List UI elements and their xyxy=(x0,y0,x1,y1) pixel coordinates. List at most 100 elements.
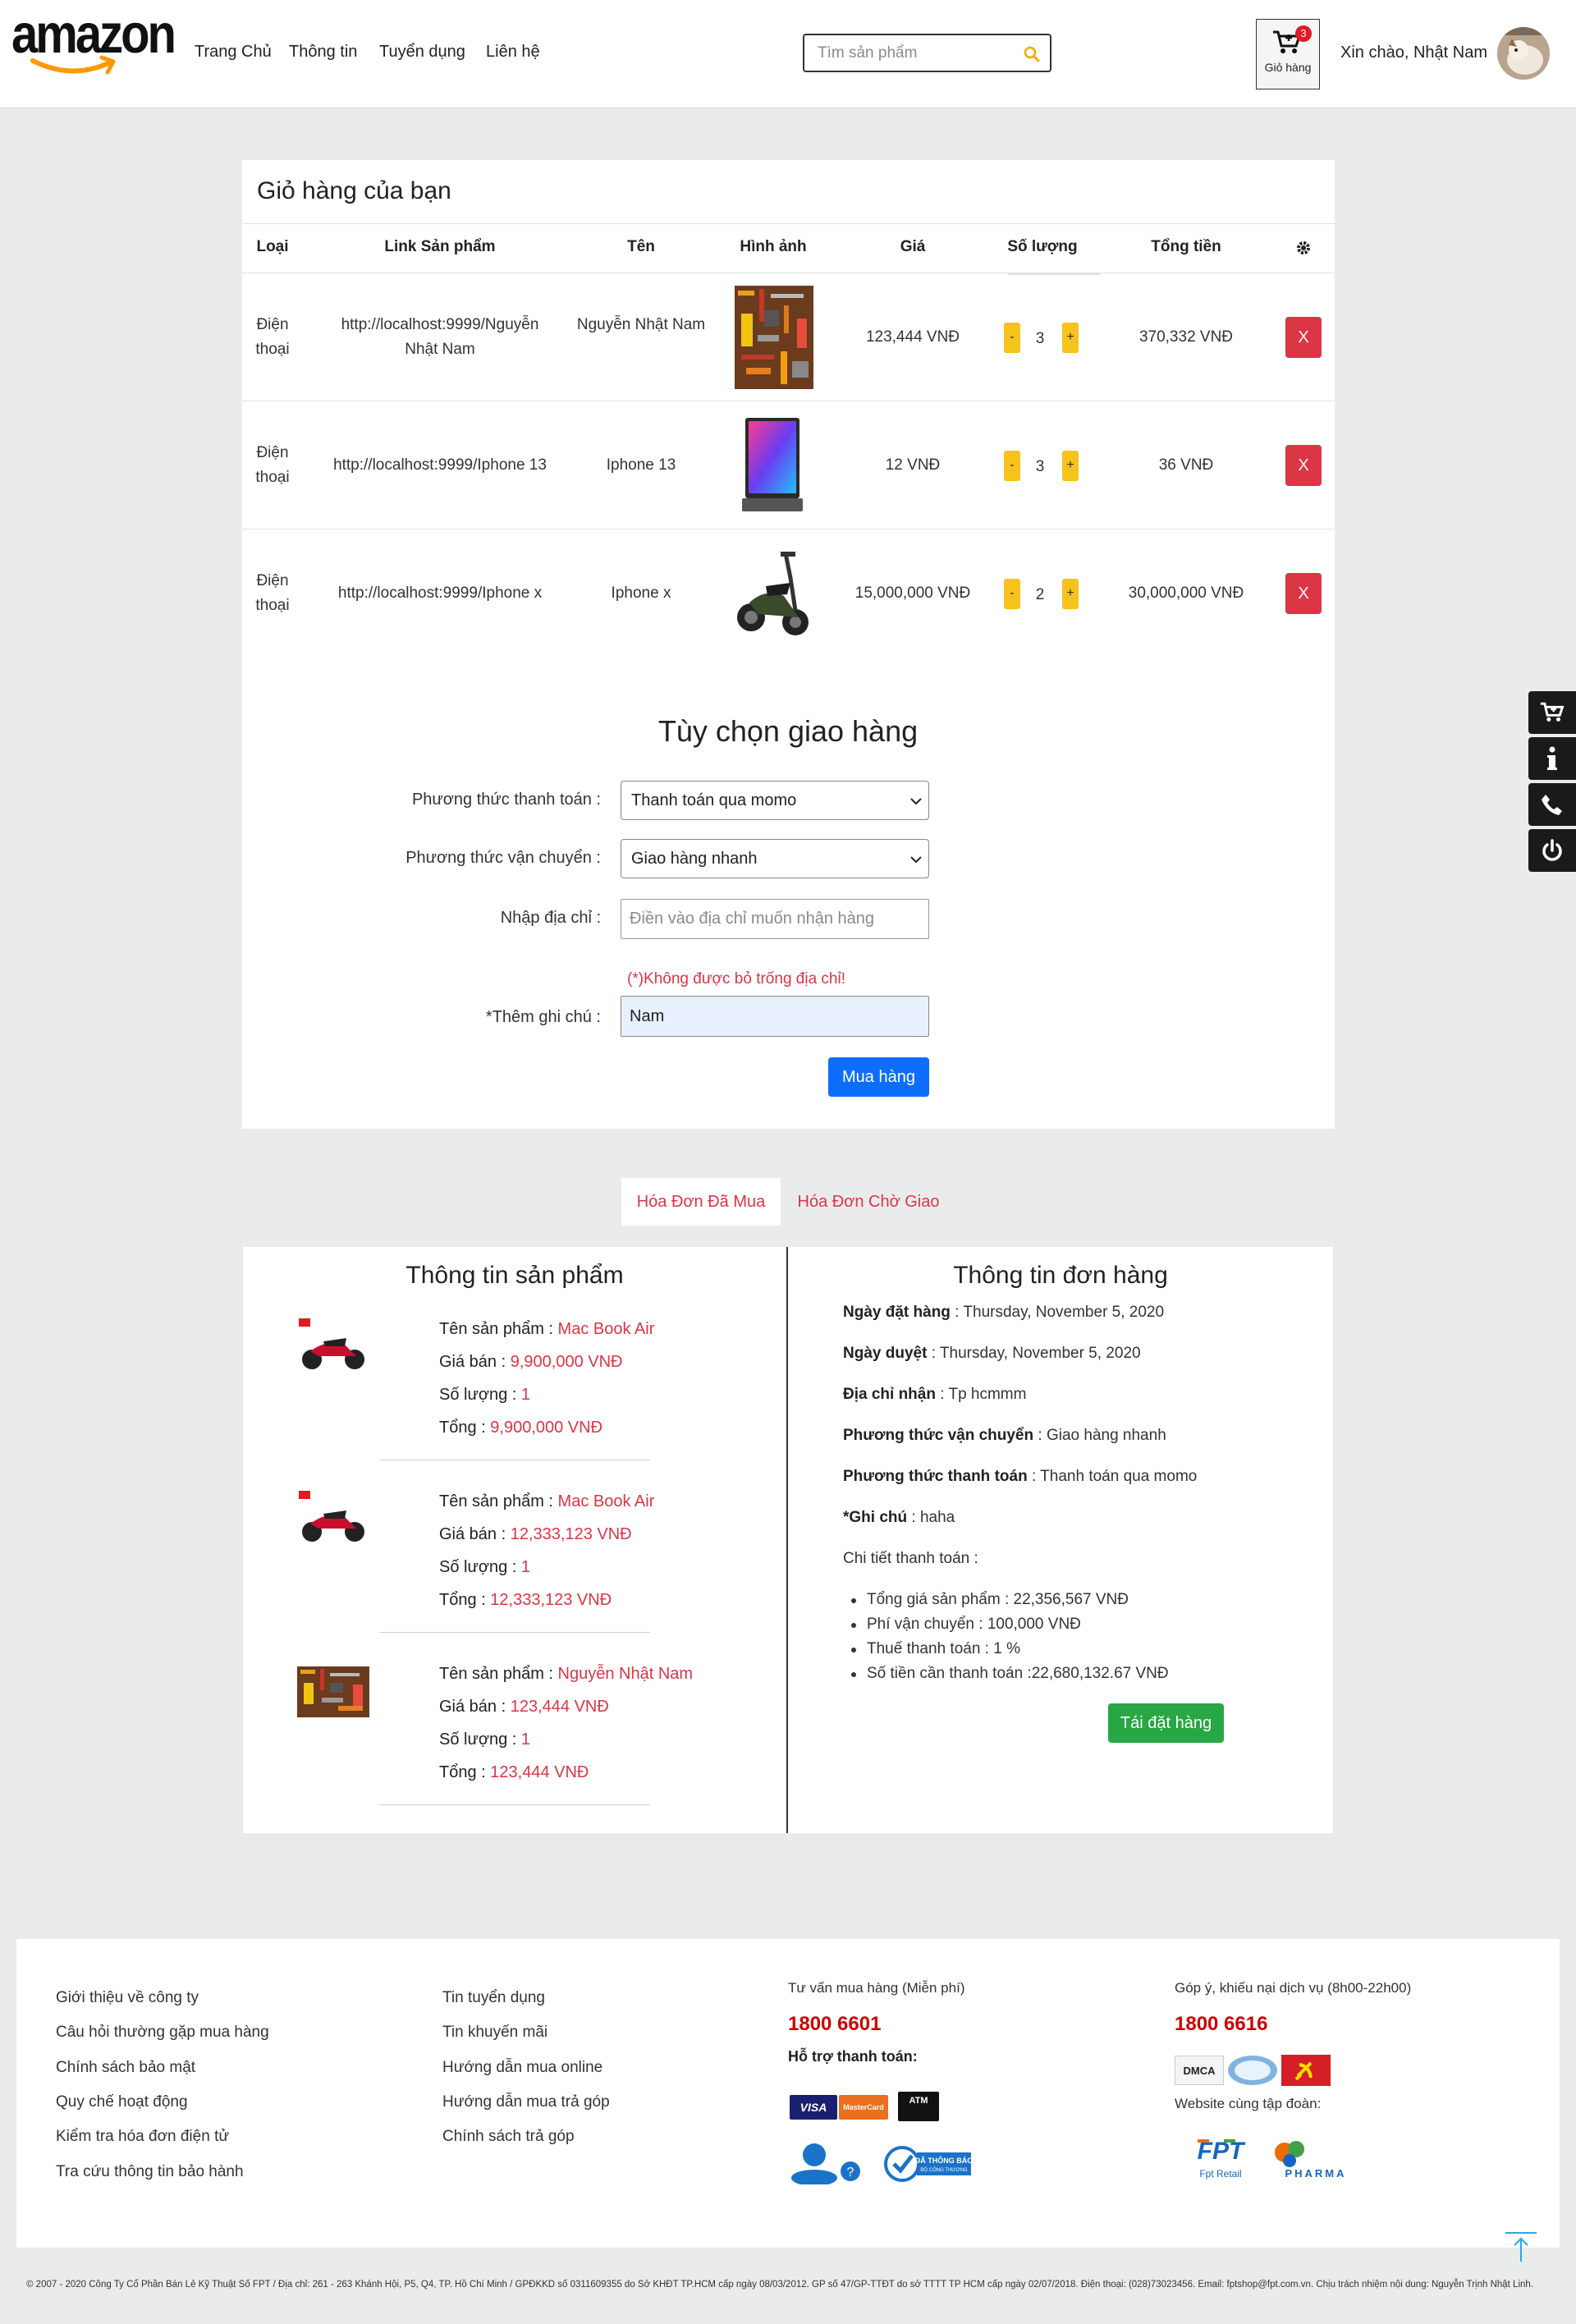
delivery-options-title: Tùy chọn giao hàng xyxy=(657,714,919,748)
table-row-2-name: Iphone 13 xyxy=(606,456,676,474)
approve-date: Ngày duyệt : Thursday, November 5, 2020 xyxy=(843,1345,1141,1362)
consult-title: Tư vấn mua hàng (Miễn phí) xyxy=(788,1980,965,1996)
order-product-2-qty: Số lượng : 1 xyxy=(439,1558,531,1576)
order-product-1-total: Tổng : 9,900,000 VNĐ xyxy=(439,1419,603,1437)
row-2-delete-button[interactable]: X xyxy=(1285,445,1322,486)
order-product-3-total: Tổng : 123,444 VNĐ xyxy=(439,1763,589,1781)
table-row-2-price: 12 VNĐ xyxy=(885,456,941,474)
footer-link-jobs[interactable]: Tin tuyển dụng xyxy=(442,1989,545,2007)
fpt-retail-logo[interactable]: FPT Fpt Retail xyxy=(1188,2134,1253,2184)
top-navbar: amazon Trang Chủ Thông tin Tuyển dụng Li… xyxy=(0,0,1576,108)
delivery-address: Địa chỉ nhận : Tp hcmmm xyxy=(843,1386,1027,1403)
feedback-phone[interactable]: 1800 6616 xyxy=(1175,2013,1267,2036)
order-product-1-name: Tên sản phẩm : Mac Book Air xyxy=(439,1320,655,1338)
amazon-logo[interactable]: amazon xyxy=(11,2,176,85)
smile-arrow-icon xyxy=(30,55,116,75)
row-3-decrease-button[interactable]: - xyxy=(1004,579,1020,609)
copyright-text: © 2007 - 2020 Công Ty Cổ Phần Bán Lẻ Kỹ … xyxy=(26,2280,1533,2290)
avatar-image xyxy=(1497,27,1550,80)
header-underline xyxy=(1008,273,1100,275)
table-row-1-price: 123,444 VNĐ xyxy=(865,328,960,346)
shipping-method-select[interactable]: Giao hàng nhanh xyxy=(621,839,929,878)
col-total: Tổng tiền xyxy=(1151,238,1221,255)
row-3-increase-button[interactable]: + xyxy=(1062,579,1079,609)
order-date: Ngày đặt hàng : Thursday, November 5, 20… xyxy=(843,1304,1165,1321)
settings-gear-icon[interactable] xyxy=(1295,240,1312,256)
bct-badge-text: ĐÃ THÔNG BÁO xyxy=(915,2156,974,2165)
order-info-title: Thông tin đơn hàng xyxy=(953,1262,1168,1289)
shipping-method-label: Phương thức vận chuyển : xyxy=(405,849,601,867)
footer-link-faq[interactable]: Câu hỏi thường gặp mua hàng xyxy=(56,2024,269,2042)
detail-shipping-fee: Phí vận chuyển : 100,000 VNĐ xyxy=(851,1616,1081,1633)
row-3-delete-button[interactable]: X xyxy=(1285,573,1322,614)
note-input[interactable]: Nam xyxy=(621,996,929,1037)
tab-purchased-orders[interactable]: Hóa Đơn Đã Mua xyxy=(621,1178,781,1226)
payment-method-label: Phương thức thanh toán : xyxy=(411,791,601,809)
quick-logout-button[interactable] xyxy=(1528,829,1576,872)
buy-button[interactable]: Mua hàng xyxy=(828,1057,929,1097)
consult-phone[interactable]: 1800 6601 xyxy=(788,2013,881,2036)
atm-logo: ATM xyxy=(898,2092,939,2121)
nav-contact[interactable]: Liên hệ xyxy=(486,43,540,62)
table-row-3-price: 15,000,000 VNĐ xyxy=(854,584,971,602)
row-1-decrease-button[interactable]: - xyxy=(1004,323,1020,353)
table-top-border xyxy=(242,223,1335,224)
detail-tax: Thuế thanh toán : 1 % xyxy=(851,1640,1020,1657)
nav-careers[interactable]: Tuyển dụng xyxy=(379,43,465,62)
bct-badge-subtext: BỘ CÔNG THƯƠNG xyxy=(920,2167,967,2173)
phone-icon xyxy=(1542,795,1562,815)
table-row-1-link[interactable]: http://localhost:9999/Nguyễn Nhật Nam xyxy=(325,313,555,362)
row-1-quantity: 3 xyxy=(1035,330,1045,347)
footer-link-privacy[interactable]: Chính sách bảo mật xyxy=(56,2059,195,2077)
row-2-decrease-button[interactable]: - xyxy=(1004,451,1020,481)
table-row-3-link[interactable]: http://localhost:9999/Iphone x xyxy=(317,581,563,606)
search-icon[interactable] xyxy=(1024,46,1040,62)
order-product-divider xyxy=(379,1804,650,1805)
avatar[interactable] xyxy=(1497,27,1550,80)
order-product-3-price: Giá bán : 123,444 VNĐ xyxy=(439,1698,609,1716)
footer-link-about[interactable]: Giới thiệu về công ty xyxy=(56,1989,199,2007)
detail-subtotal: Tổng giá sản phẩm : 22,356,567 VNĐ xyxy=(851,1591,1129,1608)
footer-link-regulations[interactable]: Quy chế hoạt động xyxy=(56,2093,188,2111)
cart-button[interactable]: 3 Giỏ hàng xyxy=(1256,19,1320,89)
table-row-2-link[interactable]: http://localhost:9999/Iphone 13 xyxy=(317,453,563,478)
order-products-title: Thông tin sản phẩm xyxy=(405,1262,624,1289)
row-2-increase-button[interactable]: + xyxy=(1062,451,1079,481)
footer-link-installment-policy[interactable]: Chính sách trả góp xyxy=(442,2128,575,2146)
nav-info[interactable]: Thông tin xyxy=(289,43,357,62)
shipping-method: Phương thức vận chuyển : Giao hàng nhanh xyxy=(843,1427,1166,1444)
payment-method-select[interactable]: Thanh toán qua momo xyxy=(621,781,929,820)
feedback-title: Góp ý, khiếu nại dịch vụ (8h00-22h00) xyxy=(1175,1980,1412,1996)
fpt-pharma-logo[interactable]: PHARMA xyxy=(1268,2134,1358,2184)
footer-link-e-invoice[interactable]: Kiểm tra hóa đơn điện tử xyxy=(56,2128,229,2146)
product-image-laptop xyxy=(737,413,808,516)
reorder-button[interactable]: Tái đặt hàng xyxy=(1108,1703,1224,1743)
payment-method: Phương thức thanh toán : Thanh toán qua … xyxy=(843,1468,1198,1485)
order-product-3-thumb xyxy=(297,1666,369,1717)
footer-link-warranty[interactable]: Tra cứu thông tin bảo hành xyxy=(56,2163,244,2181)
info-icon xyxy=(1547,746,1557,770)
tab-pending-orders[interactable]: Hóa Đơn Chờ Giao xyxy=(786,1178,951,1226)
row-1-increase-button[interactable]: + xyxy=(1062,323,1079,353)
back-to-top-arrow-icon[interactable] xyxy=(1504,2230,1538,2263)
address-input[interactable]: Điền vào địa chỉ muốn nhận hàng xyxy=(621,899,929,939)
table-row-3-total: 30,000,000 VNĐ xyxy=(1128,584,1244,602)
footer-link-online-guide[interactable]: Hướng dẫn mua online xyxy=(442,2059,602,2077)
nav-home[interactable]: Trang Chủ xyxy=(195,43,272,62)
order-product-2-total: Tổng : 12,333,123 VNĐ xyxy=(439,1591,612,1609)
quick-phone-button[interactable] xyxy=(1528,783,1576,826)
user-greeting[interactable]: Xin chào, Nhật Nam xyxy=(1340,44,1487,62)
row-1-delete-button[interactable]: X xyxy=(1285,317,1322,358)
col-name: Tên xyxy=(627,238,655,255)
dmca-badge: DMCA xyxy=(1175,2056,1224,2085)
fpt-retail-text: Fpt Retail xyxy=(1199,2168,1241,2180)
party-flag-icon xyxy=(1281,2055,1331,2086)
note-label: *Thêm ghi chú : xyxy=(485,1008,601,1026)
footer-link-promotions[interactable]: Tin khuyến mãi xyxy=(442,2024,547,2042)
search-input[interactable]: Tìm sản phẩm xyxy=(803,34,1051,72)
col-quantity: Số lượng xyxy=(1007,238,1078,255)
order-product-2-name: Tên sản phẩm : Mac Book Air xyxy=(439,1492,655,1510)
footer-link-installment-guide[interactable]: Hướng dẫn mua trả góp xyxy=(442,2093,610,2111)
address-error-message: (*)Không được bỏ trống địa chỉ! xyxy=(627,970,845,988)
search-placeholder: Tìm sản phẩm xyxy=(818,44,918,62)
